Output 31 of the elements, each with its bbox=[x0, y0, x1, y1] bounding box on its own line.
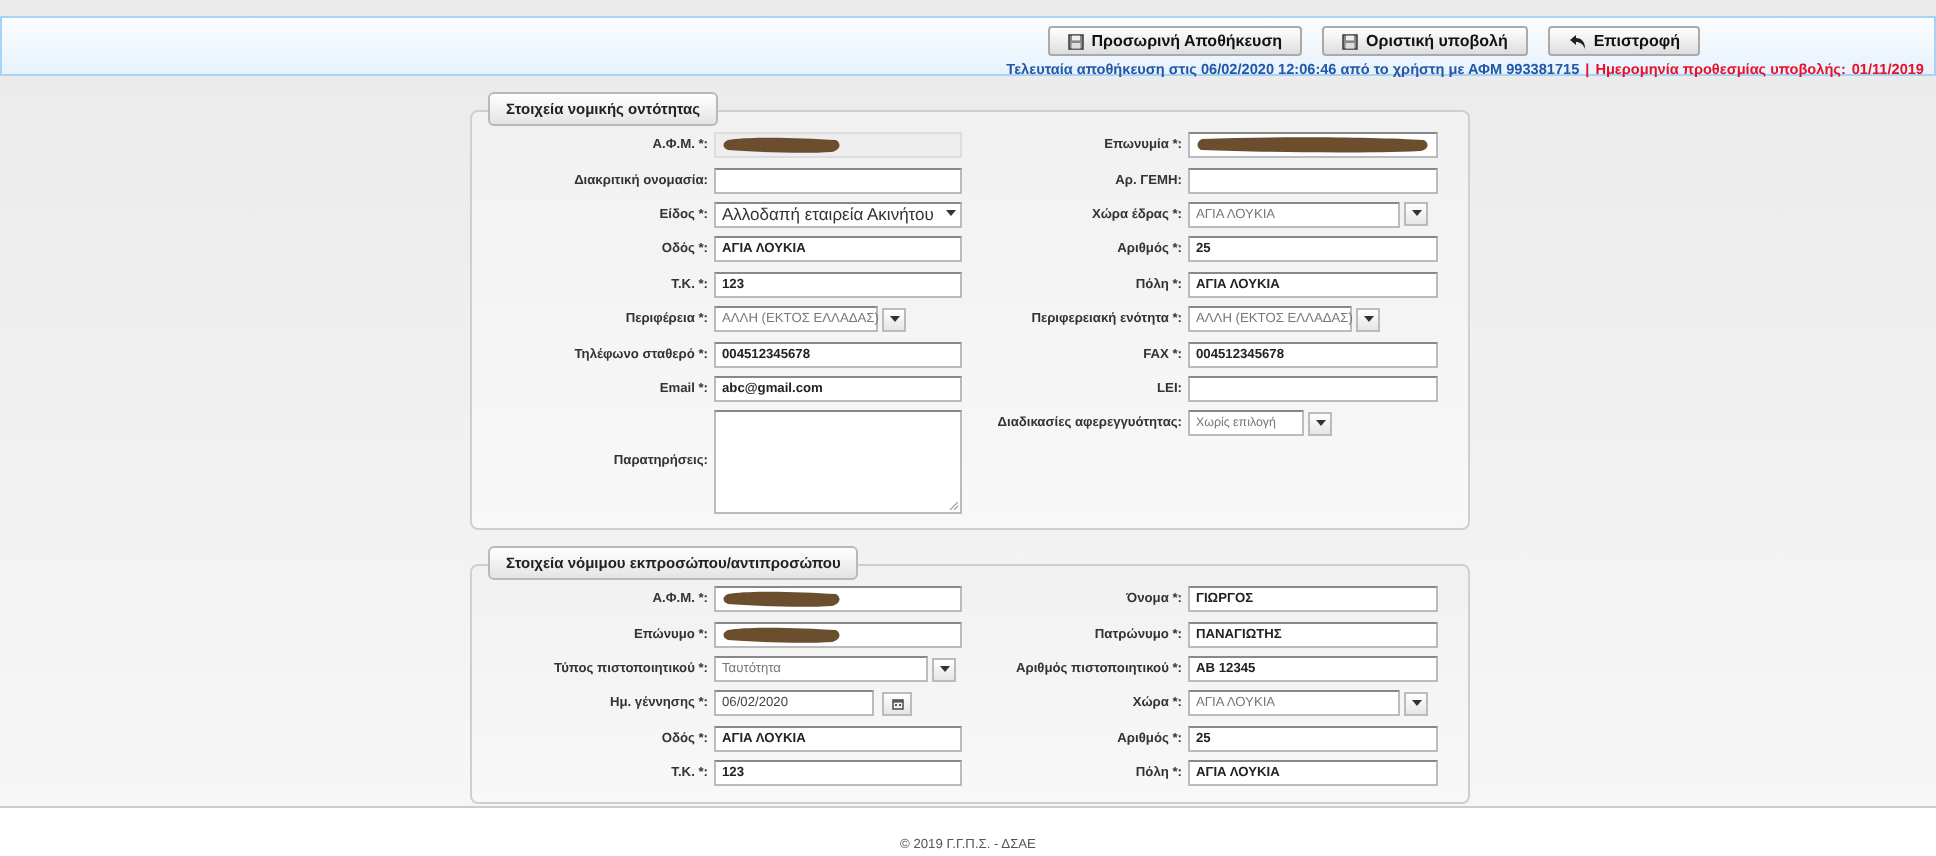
back-arrow-icon bbox=[1567, 33, 1586, 49]
redaction-mark bbox=[722, 590, 842, 609]
caret-icon bbox=[946, 210, 956, 219]
dropdown[interactable]: Αλλοδαπή εταιρεία Ακινήτου bbox=[714, 201, 962, 228]
caret-icon bbox=[1363, 315, 1373, 324]
calendar-button[interactable] bbox=[882, 691, 912, 716]
calendar-icon bbox=[891, 697, 903, 710]
caret-icon bbox=[1411, 699, 1421, 708]
textarea-field[interactable] bbox=[714, 409, 962, 514]
input-field[interactable] bbox=[1188, 132, 1438, 159]
input-field[interactable] bbox=[714, 586, 962, 613]
dropdown-button[interactable] bbox=[1308, 411, 1332, 436]
caret-icon bbox=[939, 665, 949, 674]
dropdown-button[interactable] bbox=[932, 657, 956, 682]
dropdown-button[interactable] bbox=[882, 307, 906, 332]
input-field[interactable] bbox=[1188, 167, 1438, 194]
caret-icon bbox=[1411, 210, 1421, 219]
redaction-mark bbox=[722, 136, 842, 155]
dropdown-button[interactable] bbox=[1404, 691, 1428, 716]
redaction-mark bbox=[722, 625, 842, 644]
caret-icon bbox=[889, 315, 899, 324]
input-field[interactable] bbox=[1188, 375, 1438, 402]
dropdown-button[interactable] bbox=[1356, 307, 1380, 332]
caret-icon bbox=[1315, 419, 1325, 428]
input-field[interactable] bbox=[714, 621, 962, 648]
back-button[interactable]: Επιστροφή bbox=[1547, 26, 1700, 56]
save-button[interactable]: Οριστική υποβολή bbox=[1322, 26, 1528, 56]
dropdown-button[interactable] bbox=[1404, 202, 1428, 227]
save-button[interactable]: Προσωρινή Αποθήκευση bbox=[1047, 26, 1303, 56]
resize-grip-icon bbox=[950, 501, 958, 510]
input-field[interactable] bbox=[714, 167, 962, 194]
